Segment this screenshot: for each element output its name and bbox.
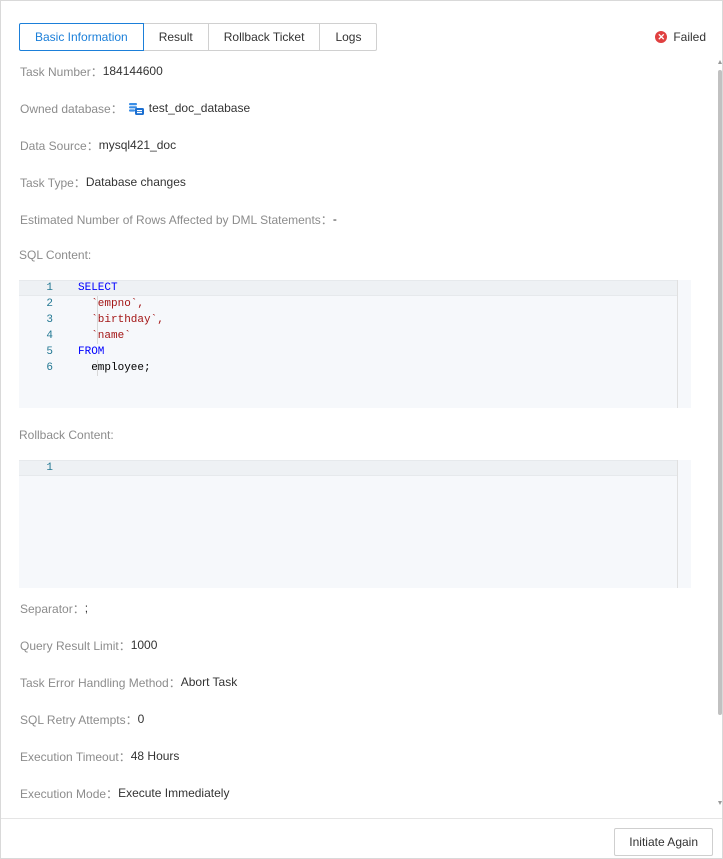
execution-mode-row: Execution Mode： Execute Immediately [20, 785, 229, 801]
sql-content-row: SQL Content: [19, 247, 91, 263]
execution-timeout-value: 48 Hours [130, 749, 180, 763]
error-handling-row: Task Error Handling Method： Abort Task [20, 674, 237, 690]
separator-value: ; [84, 601, 89, 615]
error-handling-label: Task Error Handling Method： [20, 675, 181, 690]
rollback-editor[interactable]: 1 [19, 460, 691, 588]
code-text: FROM [78, 346, 105, 358]
footer-bar: Initiate Again [1, 818, 722, 858]
code-line: 1 SELECT [19, 280, 677, 296]
execution-mode-value: Execute Immediately [118, 786, 230, 800]
estimated-rows-value: - [332, 212, 337, 226]
rollback-content-label: Rollback Content: [19, 428, 114, 442]
tab-basic-information[interactable]: Basic Information [19, 23, 144, 51]
rollback-content-row: Rollback Content: [19, 427, 114, 443]
code-line: 5 FROM [19, 344, 677, 360]
owned-database-value[interactable]: test_doc_database [149, 101, 250, 115]
sql-content-label: SQL Content: [19, 248, 92, 262]
line-number: 1 [46, 282, 53, 294]
line-number: 6 [46, 362, 53, 374]
query-limit-label: Query Result Limit： [20, 638, 131, 653]
task-type-row: Task Type： Database changes [20, 174, 186, 190]
line-number: 3 [46, 314, 53, 326]
sql-editor[interactable]: 1 SELECT 2 `empno`, 3 `birthday`, 4 `nam… [19, 280, 691, 408]
code-text: employee; [78, 362, 151, 374]
task-type-value: Database changes [85, 175, 186, 189]
query-limit-value: 1000 [130, 638, 158, 652]
retry-attempts-label: SQL Retry Attempts： [20, 712, 138, 727]
retry-attempts-row: SQL Retry Attempts： 0 [20, 711, 144, 727]
scrollbar-thumb[interactable] [718, 70, 722, 715]
status-badge: ✕ Failed [655, 30, 706, 44]
data-source-row: Data Source： mysql421_doc [20, 137, 176, 153]
code-text: SELECT [78, 282, 118, 294]
code-text: `birthday`, [78, 314, 164, 326]
code-line: 2 `empno`, [19, 296, 677, 312]
initiate-again-button[interactable]: Initiate Again [614, 828, 713, 856]
task-number-value: 184144600 [102, 64, 163, 78]
code-text: `name` [78, 330, 131, 342]
line-number: 1 [46, 462, 53, 474]
retry-attempts-value: 0 [137, 712, 145, 726]
query-limit-row: Query Result Limit： 1000 [20, 637, 157, 653]
code-text: `empno`, [78, 298, 145, 310]
tab-rollback-ticket[interactable]: Rollback Ticket [207, 23, 321, 51]
editor-scrollbar[interactable] [677, 460, 691, 588]
database-icon [128, 102, 144, 115]
separator-label: Separator： [20, 601, 85, 616]
execution-timeout-label: Execution Timeout： [20, 749, 131, 764]
code-line: 1 [19, 460, 677, 476]
task-number-row: Task Number： 184144600 [20, 63, 163, 79]
execution-timeout-row: Execution Timeout： 48 Hours [20, 748, 179, 764]
separator-row: Separator： ; [20, 600, 88, 616]
owned-database-label: Owned database： [20, 101, 123, 116]
task-number-label: Task Number： [20, 64, 103, 79]
tab-logs[interactable]: Logs [319, 23, 378, 51]
tab-bar: Basic Information Result Rollback Ticket… [19, 23, 378, 51]
data-source-value: mysql421_doc [98, 138, 177, 152]
estimated-rows-label: Estimated Number of Rows Affected by DML… [20, 212, 333, 227]
page-scrollbar[interactable] [718, 60, 722, 805]
indent-guide [97, 296, 98, 344]
error-handling-value: Abort Task [180, 675, 238, 689]
estimated-rows-row: Estimated Number of Rows Affected by DML… [20, 211, 337, 227]
error-circle-icon: ✕ [655, 31, 668, 43]
indent-guide [97, 360, 98, 376]
line-number: 4 [46, 330, 53, 342]
execution-mode-label: Execution Mode： [20, 786, 119, 801]
code-line: 6 employee; [19, 360, 677, 376]
line-number: 2 [46, 298, 53, 310]
code-line: 3 `birthday`, [19, 312, 677, 328]
tab-result[interactable]: Result [142, 23, 209, 51]
status-text: Failed [673, 30, 706, 44]
owned-database-row: Owned database： test_doc_database [20, 100, 250, 116]
task-type-label: Task Type： [20, 175, 86, 190]
scroll-up-arrow-icon[interactable] [718, 60, 722, 64]
data-source-label: Data Source： [20, 138, 99, 153]
line-number: 5 [46, 346, 53, 358]
scroll-down-arrow-icon[interactable] [718, 801, 722, 805]
code-line: 4 `name` [19, 328, 677, 344]
editor-scrollbar[interactable] [677, 280, 691, 408]
